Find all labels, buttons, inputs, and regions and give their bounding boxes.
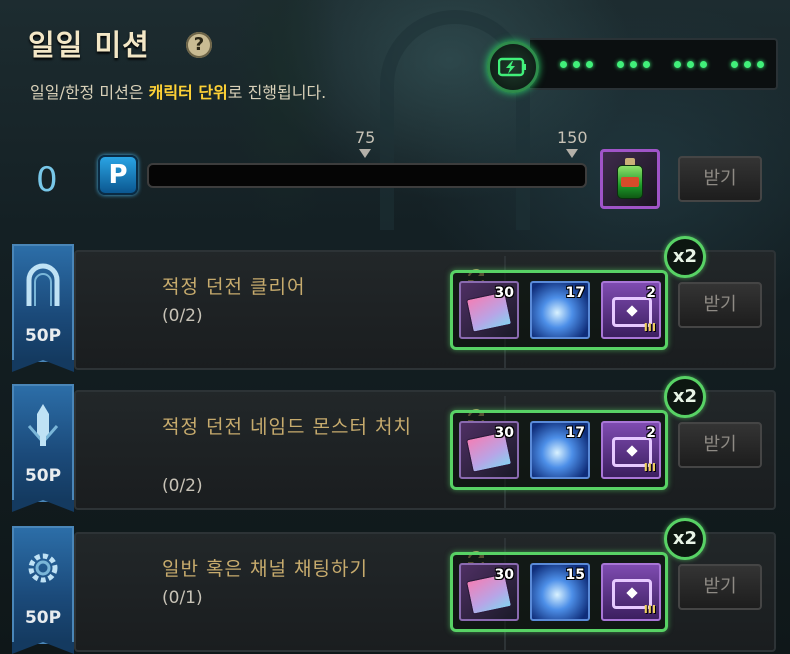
claim-bonus-button[interactable]: 받기 [678,156,762,202]
mission-points: 50P [24,466,62,486]
mission-row: 50P 일반 혹은 채널 채팅하기 (0/1) 30 15 III x2 받기 [12,518,778,654]
reward-count: 30 [494,425,514,441]
daily-mission-panel: 일일 미션 ? 일일/한정 미션은 캐릭터 단위로 진행됩니다. 0 P 75 … [0,0,790,654]
mission-name: 적정 던전 클리어 [162,276,306,298]
mission-points-badge: 50P [12,244,74,372]
marker-label: 150 [557,128,588,147]
mission-name: 일반 혹은 채널 채팅하기 [162,558,368,580]
reward-item[interactable]: 30 [459,563,519,621]
mission-progress: (0/2) [162,476,203,496]
mission-points: 50P [24,326,62,346]
subtitle-highlight: 캐릭터 단위 [148,83,228,102]
reward-box: 30 15 III [450,552,668,632]
mission-row: 50P 적정 던전 클리어 (0/2) 30 17 2 III x2 받기 [12,236,778,372]
energy-segment [674,60,707,68]
reward-item[interactable]: 2 III [601,281,661,339]
reward-count: 2 [646,425,656,441]
progress-bar [147,163,587,188]
potion-icon [617,158,643,200]
multiplier-badge: x2 [664,518,706,560]
claim-button[interactable]: 받기 [678,564,762,610]
battery-charge-icon [487,41,539,93]
mission-points-badge: 50P [12,526,74,654]
reward-count: 17 [565,285,585,301]
reward-item[interactable]: 30 [459,421,519,479]
progress-marker-75: 75 [355,128,375,158]
mission-row: 50P 적정 던전 네임드 몬스터 처치 (0/2) 30 17 2 III x… [12,376,778,512]
mission-name: 적정 던전 네임드 몬스터 처치 [162,416,412,438]
subtitle-text: 일일/한정 미션은 [30,83,149,102]
reward-item[interactable]: 2 III [601,421,661,479]
reward-item[interactable]: 15 [530,563,590,621]
background-tree [230,0,340,240]
gear-icon [21,542,65,594]
reward-item[interactable]: 17 [530,421,590,479]
subtitle-text-end: 로 진행됩니다. [227,83,327,102]
reward-box: 30 17 2 III [450,410,668,490]
claim-button[interactable]: 받기 [678,282,762,328]
mission-points-badge: 50P [12,384,74,512]
help-icon[interactable]: ? [186,32,212,58]
points-icon: P [98,155,138,195]
reward-count: 15 [565,567,585,583]
reward-count: 30 [494,285,514,301]
sword-icon [21,400,65,452]
energy-segment [731,60,764,68]
energy-segment [560,60,593,68]
reward-item[interactable]: 17 [530,281,590,339]
reward-count: 2 [646,285,656,301]
progress-marker-150: 150 [557,128,588,158]
marker-label: 75 [355,128,376,147]
current-points: 0 [36,160,58,200]
multiplier-badge: x2 [664,376,706,418]
reward-count: 30 [494,567,514,583]
subtitle: 일일/한정 미션은 캐릭터 단위로 진행됩니다. [30,79,326,103]
energy-segment [617,60,650,68]
multiplier-badge: x2 [664,236,706,278]
energy-bar [530,38,778,90]
reward-count: 17 [565,425,585,441]
reward-tier: III [643,461,656,474]
claim-button[interactable]: 받기 [678,422,762,468]
gate-icon [21,260,65,312]
reward-item[interactable]: III [601,563,661,621]
mission-points: 50P [24,608,62,628]
reward-tier: III [643,321,656,334]
reward-item[interactable]: 30 [459,281,519,339]
page-title: 일일 미션 [28,28,150,62]
reward-tier: III [643,603,656,616]
reward-box: 30 17 2 III [450,270,668,350]
bonus-reward-slot[interactable] [600,149,660,209]
mission-progress: (0/1) [162,588,203,608]
mission-progress: (0/2) [162,306,203,326]
